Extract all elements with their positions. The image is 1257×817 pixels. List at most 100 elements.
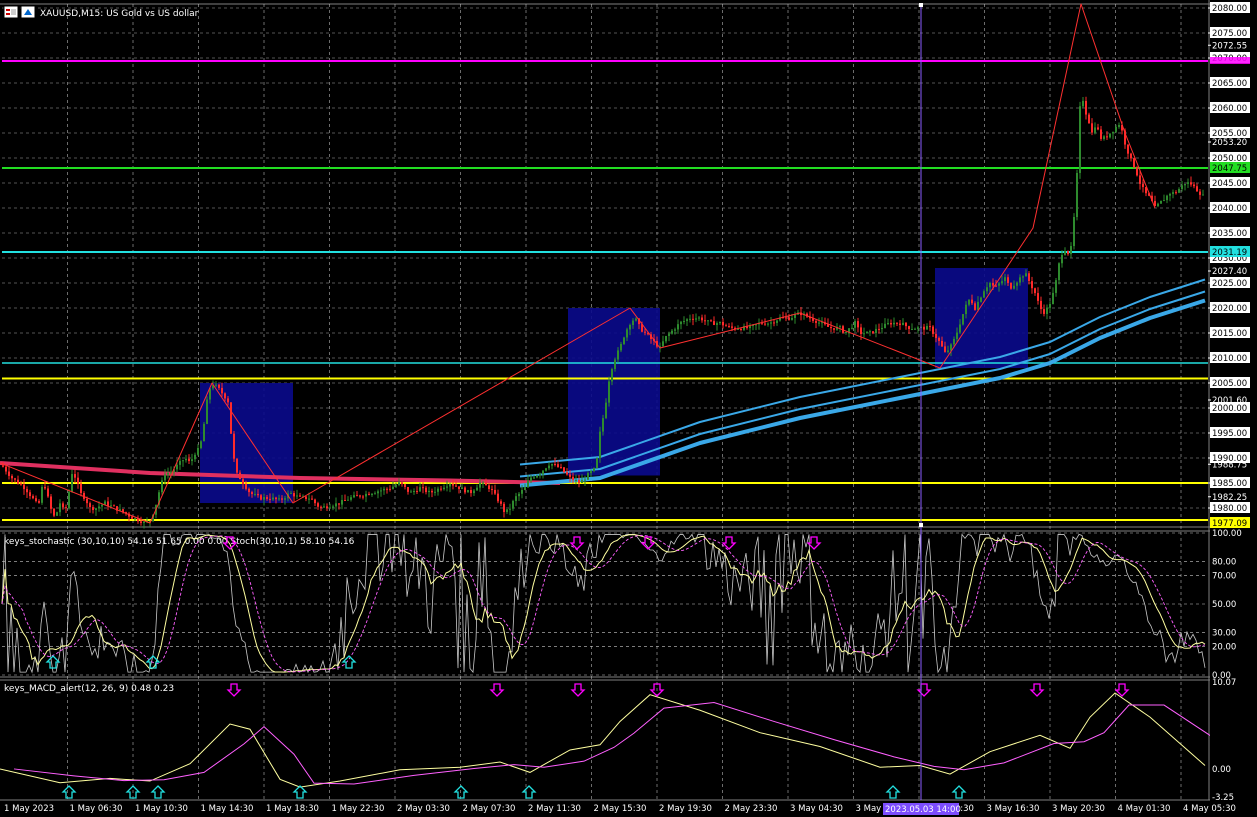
candle-body (995, 285, 997, 287)
candle-body (1157, 203, 1159, 207)
candle-body (359, 495, 361, 497)
candle-body (500, 501, 502, 504)
chart-window[interactable]: XAUUSD,M15: US Gold vs US dollar keys_st… (0, 0, 1257, 817)
candle-body (290, 493, 292, 495)
candle-body (263, 497, 265, 500)
candle-body (1034, 288, 1036, 294)
candle-body (5, 466, 7, 472)
time-label: 1 May 06:30 (70, 804, 123, 814)
price-label: 2072.55 (1212, 41, 1247, 51)
candle-body (86, 498, 88, 504)
candle-body (56, 512, 58, 516)
candle-body (335, 503, 337, 507)
candle-body (986, 287, 988, 292)
macd-title: keys_MACD_alert(12, 26, 9) 0.48 0.23 (4, 684, 174, 694)
candle-body (923, 326, 925, 330)
candle-body (776, 320, 778, 323)
candle-body (362, 496, 364, 498)
candle-body (545, 468, 547, 471)
candle-body (860, 327, 862, 334)
candle-body (521, 489, 523, 494)
price-label: 1982.25 (1212, 493, 1247, 503)
candle-body (551, 463, 553, 466)
candle-body (1097, 127, 1099, 130)
candle-body (1175, 192, 1177, 194)
candle-body (17, 479, 19, 484)
candle-body (203, 423, 205, 442)
candle-body (698, 317, 700, 319)
candle-body (944, 346, 946, 352)
candle-body (467, 490, 469, 493)
time-label: 3 May 20:30 (1052, 804, 1105, 814)
candle-body (557, 464, 559, 467)
candle-body (230, 402, 232, 434)
candle-body (224, 393, 226, 399)
candle-body (542, 470, 544, 475)
candle-body (902, 322, 904, 325)
candle-body (194, 454, 196, 460)
candle-body (665, 335, 667, 342)
crosshair-top-marker (919, 3, 923, 7)
candle-body (848, 328, 850, 332)
candle-body (89, 503, 91, 508)
price-label: 2005.00 (1212, 379, 1247, 389)
candle-body (272, 497, 274, 500)
candle-body (1007, 277, 1009, 283)
candle-body (365, 493, 367, 497)
candle-body (71, 474, 73, 492)
candle-body (413, 491, 415, 493)
candle-body (839, 326, 841, 328)
candle-body (845, 331, 847, 333)
candle-body (575, 479, 577, 481)
candle-body (935, 333, 937, 338)
price-label: 2025.00 (1212, 279, 1247, 289)
candle-body (983, 291, 985, 298)
candle-body (200, 441, 202, 449)
candle-body (296, 495, 298, 497)
stoch-level-label: 80.00 (1212, 557, 1236, 567)
candle-body (29, 492, 31, 497)
candle-body (269, 498, 271, 500)
time-label: 2 May 15:30 (594, 804, 647, 814)
candle-body (671, 330, 673, 334)
candle-body (227, 398, 229, 403)
price-axis[interactable]: 2080.002075.002072.552070.002065.002060.… (1208, 0, 1257, 817)
candle-body (143, 521, 145, 523)
candle-body (1103, 136, 1105, 139)
candle-body (524, 487, 526, 490)
candle-body (1112, 131, 1114, 134)
candle-body (977, 301, 979, 310)
candle-body (683, 320, 685, 322)
time-label: 4 May 01:30 (1118, 804, 1171, 814)
price-label: 2080.00 (1212, 4, 1247, 14)
candle-body (1142, 183, 1144, 188)
current-price-tag: 1977.09 (1212, 519, 1247, 529)
candle-body (161, 480, 163, 493)
stoch-level-label: 100.00 (1212, 529, 1242, 539)
candle-body (722, 321, 724, 326)
candle-body (602, 418, 604, 432)
candle-body (113, 505, 115, 507)
candle-body (323, 506, 325, 508)
candle-body (1067, 251, 1069, 255)
green-level-tag: 2047.75 (1212, 164, 1247, 174)
candle-body (512, 500, 514, 509)
candle-body (11, 475, 13, 479)
candle-body (77, 477, 79, 484)
candle-body (893, 322, 895, 325)
candle-body (458, 486, 460, 489)
candle-body (770, 322, 772, 324)
candle-body (530, 477, 532, 481)
candle-body (1139, 175, 1141, 184)
candle-body (1160, 200, 1162, 204)
candle-body (242, 479, 244, 484)
candle-body (593, 467, 595, 472)
candle-body (386, 488, 388, 490)
candle-body (1013, 285, 1015, 289)
candle-body (353, 495, 355, 498)
candle-body (1178, 189, 1180, 193)
candle-body (764, 323, 766, 325)
candle-body (581, 480, 583, 483)
candle-body (527, 480, 529, 488)
candle-body (560, 466, 562, 468)
